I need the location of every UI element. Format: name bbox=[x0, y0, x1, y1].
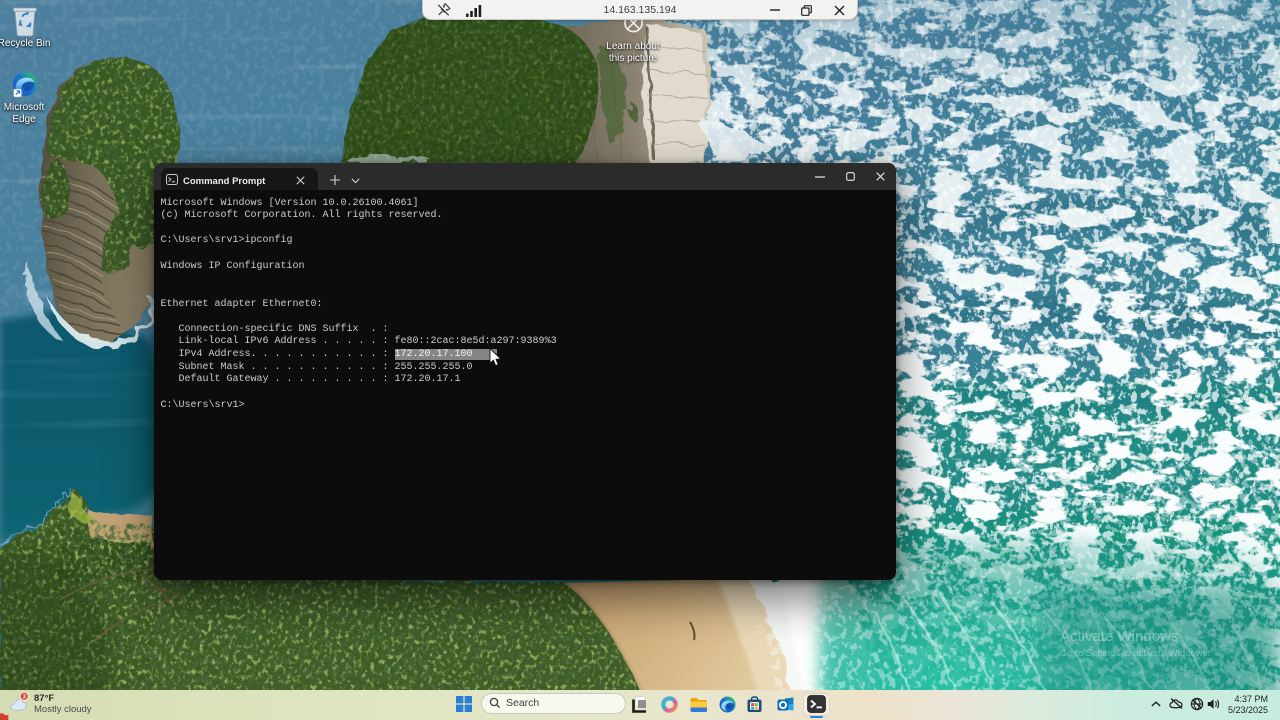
svg-text:Activate Windows: Activate Windows bbox=[1060, 628, 1178, 645]
svg-text:3: 3 bbox=[22, 694, 26, 701]
svg-text:Go to Settings to activate Win: Go to Settings to activate Windows. bbox=[1060, 648, 1210, 659]
